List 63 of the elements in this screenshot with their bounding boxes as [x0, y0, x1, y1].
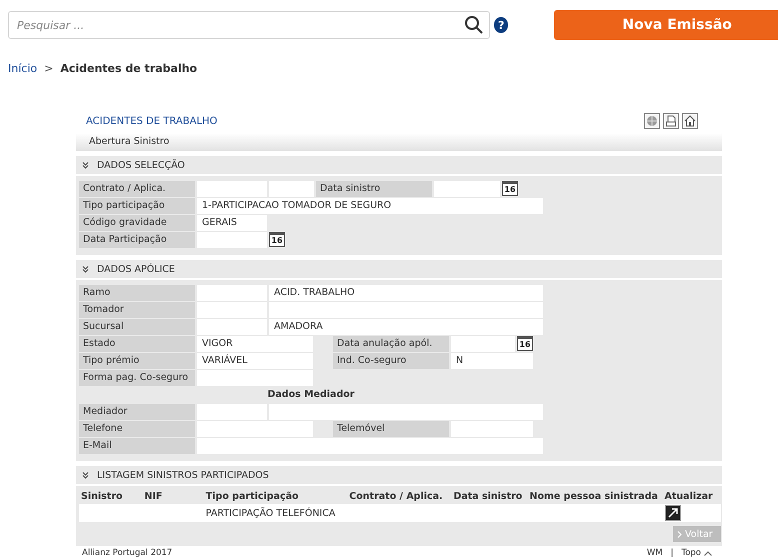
field-label: Mediador [79, 404, 195, 420]
section-title: LISTAGEM SINISTROS PARTICIPADOS [97, 470, 269, 480]
search-icon[interactable] [464, 15, 484, 35]
field-label: Data anulação apól. [333, 336, 449, 352]
section-title: DADOS APÓLICE [97, 264, 175, 274]
calendar-button[interactable]: 16 [517, 336, 533, 351]
input-field[interactable]: 1-PARTICIPACAO TOMADOR DE SEGURO [197, 198, 543, 214]
field-label: Tipo prémio [79, 353, 195, 369]
breadcrumb-current: Acidentes de trabalho [60, 62, 198, 74]
search-field[interactable]: Pesquisar ... [8, 11, 490, 39]
panel-title: ACIDENTES DE TRABALHO [86, 116, 218, 126]
field-label: Código gravidade [79, 215, 195, 231]
breadcrumb-link[interactable]: Início [8, 62, 38, 74]
column-header: Atualizar [662, 488, 721, 504]
collapse-icon[interactable] [82, 266, 89, 272]
copyright-text: Allianz Portugal 2017 [82, 548, 172, 558]
field-label: Data Participação [79, 232, 195, 248]
field-label: Ind. Co-seguro [333, 353, 449, 369]
field-label: Ramo [79, 285, 195, 301]
table-cell: PARTICIPAÇÃO TELEFÓNICA [204, 504, 348, 522]
field-label: Estado [79, 336, 195, 352]
column-header: Contrato / Aplica. [347, 488, 452, 504]
column-header: Sinistro [79, 488, 142, 504]
input-field[interactable]: GERAIS [197, 215, 267, 231]
help-button[interactable]: ? [494, 17, 508, 33]
field-label: Tomador [79, 302, 195, 318]
input-field[interactable] [197, 438, 543, 454]
field-label: Sucursal [79, 319, 195, 335]
breadcrumb-separator: > [44, 62, 54, 74]
subtitle-bar: Abertura Sinistro [76, 133, 722, 151]
globe-icon[interactable] [644, 113, 660, 129]
input-field[interactable]: VIGOR [197, 336, 313, 352]
caret-icon [704, 550, 712, 556]
field-label: Telefone [79, 421, 195, 437]
chevron-icon [677, 530, 682, 538]
field-label: Telemóvel [333, 421, 449, 437]
footer-separator: | [670, 548, 674, 558]
collapse-icon[interactable] [82, 162, 89, 168]
input-field[interactable]: ACID. TRABALHO [269, 285, 543, 301]
field-label: Forma pag. Co-seguro [79, 370, 195, 386]
footer-link[interactable]: WM [646, 548, 663, 558]
input-field[interactable]: VARIÁVEL [197, 353, 313, 369]
input-field[interactable] [269, 404, 543, 420]
input-field[interactable]: AMADORA [269, 319, 543, 335]
field-label: Contrato / Aplica. [79, 181, 195, 197]
update-button[interactable] [664, 505, 681, 521]
arrow-icon [666, 506, 680, 520]
home-icon[interactable] [682, 113, 698, 129]
collapse-icon[interactable] [82, 472, 89, 478]
group-heading: Dados Mediador [266, 388, 356, 402]
column-header: Nome pessoa sinistrada [528, 488, 663, 504]
input-field[interactable]: N [451, 353, 533, 369]
column-header: Tipo participação [204, 488, 348, 504]
calendar-button[interactable]: 16 [502, 181, 518, 196]
footer-link[interactable]: Topo [681, 548, 712, 558]
section-title: DADOS SELECÇÃO [97, 160, 185, 170]
field-label: Tipo participação [79, 198, 195, 214]
calendar-button[interactable]: 16 [269, 232, 285, 247]
field-label: Data sinistro [316, 181, 432, 197]
print-icon[interactable] [663, 113, 679, 129]
column-header: Data sinistro [451, 488, 528, 504]
column-header: NIF [142, 488, 204, 504]
field-label: E-Mail [79, 438, 195, 454]
